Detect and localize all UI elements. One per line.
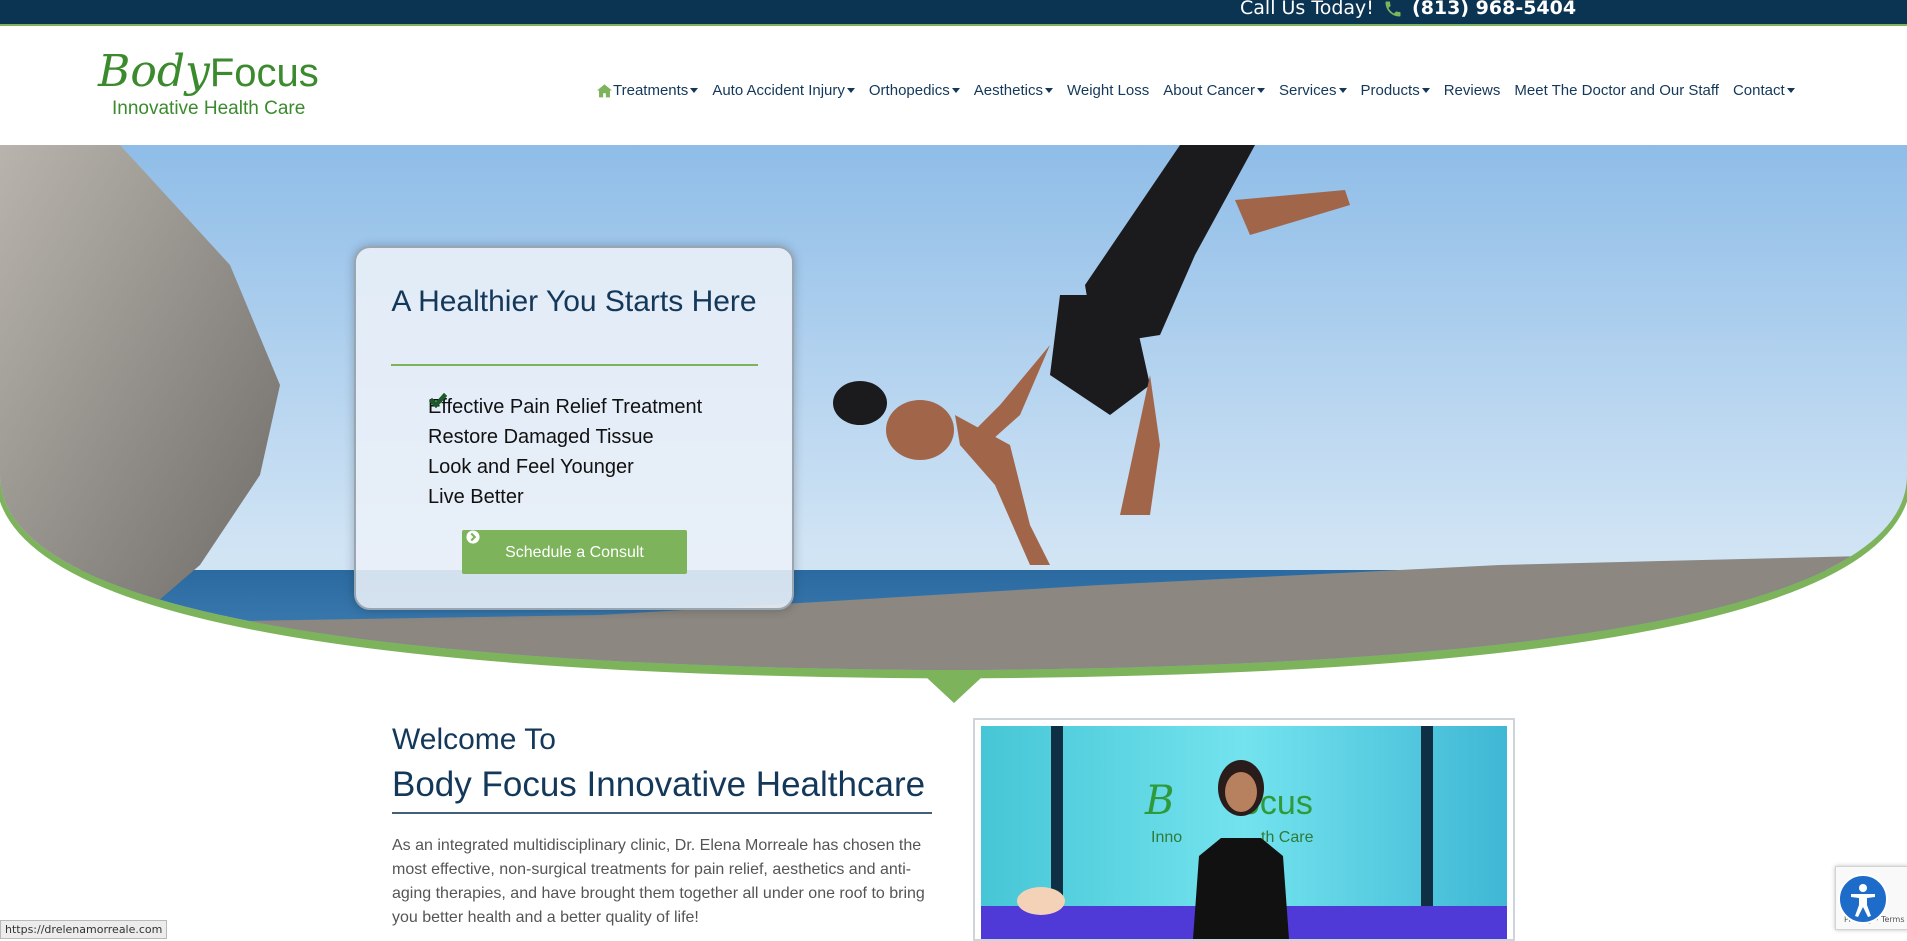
chevron-down-icon <box>951 87 960 93</box>
call-us[interactable]: Call Us Today! (813) 968-5404 <box>1240 0 1576 19</box>
benefit-item: Look and Feel Younger <box>428 393 702 482</box>
site-logo[interactable]: BodyFocus Innovative Health Care <box>98 46 319 126</box>
chevron-down-icon <box>1256 87 1265 93</box>
nav-meet-the-doctor[interactable]: Meet The Doctor and Our Staff <box>1514 82 1719 99</box>
phone-icon <box>1385 1 1401 16</box>
svg-text:Inno: Inno <box>1151 829 1182 846</box>
nav-products[interactable]: Products <box>1361 82 1430 99</box>
logo-wordmark: BodyFocus <box>98 46 319 97</box>
nav-about-cancer[interactable]: About Cancer <box>1163 82 1265 99</box>
chevron-down-icon <box>690 87 699 93</box>
hero-card: A Healthier You Starts Here Effective Pa… <box>354 246 794 610</box>
svg-text:B: B <box>1144 778 1174 824</box>
welcome-heading: Welcome To <box>392 723 556 756</box>
schedule-consult-button[interactable]: Schedule a Consult <box>462 530 687 574</box>
welcome-body: As an integrated multidisciplinary clini… <box>392 837 925 926</box>
section-pointer <box>926 677 982 703</box>
accessibility-icon <box>1851 884 1875 917</box>
welcome-divider <box>392 812 932 814</box>
hero-banner: A Healthier You Starts Here Effective Pa… <box>0 145 1907 707</box>
hero-title: A Healthier You Starts Here <box>391 285 757 318</box>
phone-number[interactable]: (813) 968-5404 <box>1412 0 1576 19</box>
nav-aesthetics[interactable]: Aesthetics <box>974 82 1053 99</box>
chevron-down-icon <box>1044 87 1053 93</box>
welcome-section: Welcome To Body Focus Innovative Healthc… <box>392 720 937 930</box>
accessibility-button[interactable] <box>1838 874 1888 924</box>
benefit-item: Restore Damaged Tissue <box>428 393 702 452</box>
welcome-subheading: Body Focus Innovative Healthcare <box>392 765 926 804</box>
logo-tagline: Innovative Health Care <box>112 98 306 119</box>
benefit-item: Effective Pain Relief Treatment <box>428 392 702 422</box>
benefit-list: Effective Pain Relief Treatment Restore … <box>428 392 702 512</box>
top-bar: Call Us Today! (813) 968-5404 <box>0 0 1907 26</box>
benefit-item: Live Better <box>428 393 702 512</box>
svg-text:th Care: th Care <box>1261 829 1314 846</box>
hero-image <box>0 145 1907 693</box>
call-label: Call Us Today! <box>1240 0 1374 19</box>
nav-treatments[interactable]: Treatments <box>613 82 699 99</box>
nav-contact[interactable]: Contact <box>1733 82 1795 99</box>
video-thumbnail: B ocus Inno th Care <box>981 726 1507 939</box>
nav-services[interactable]: Services <box>1279 82 1347 99</box>
check-icon <box>429 393 447 408</box>
hero-divider <box>391 364 758 366</box>
chevron-down-icon <box>846 87 855 93</box>
site-header: BodyFocus Innovative Health Care Treatme… <box>0 26 1907 145</box>
nav-reviews[interactable]: Reviews <box>1444 82 1501 99</box>
home-icon[interactable] <box>596 83 613 98</box>
chevron-down-icon <box>1338 87 1347 93</box>
intro-video[interactable]: B ocus Inno th Care <box>973 718 1515 941</box>
arrow-circle-right-icon <box>466 530 480 544</box>
nav-weight-loss[interactable]: Weight Loss <box>1067 82 1149 99</box>
main-nav: Treatments Auto Accident Injury Orthoped… <box>596 78 1809 102</box>
nav-auto-accident-injury[interactable]: Auto Accident Injury <box>712 82 855 99</box>
chevron-down-icon <box>1786 87 1795 93</box>
status-url: https://drelenamorreale.com <box>0 920 168 939</box>
nav-orthopedics[interactable]: Orthopedics <box>869 82 960 99</box>
video-frame[interactable]: B ocus Inno th Care <box>981 726 1507 939</box>
chevron-down-icon <box>1421 87 1430 93</box>
